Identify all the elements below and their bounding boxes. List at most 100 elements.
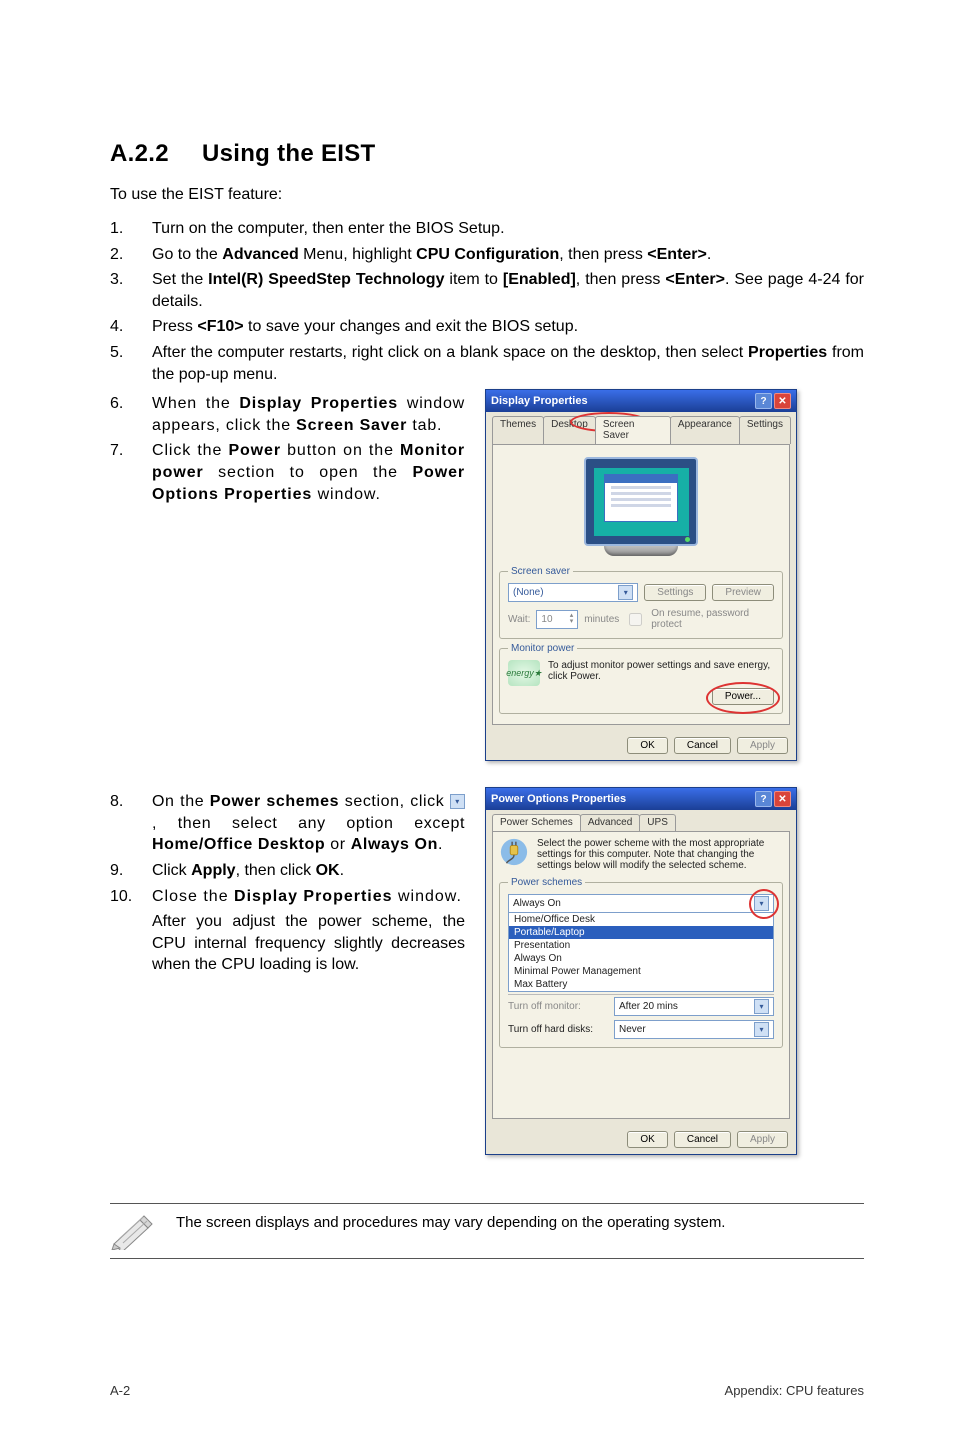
after-text: After you adjust the power scheme, the C… [152, 911, 465, 976]
wait-value: 10 [541, 614, 552, 625]
select-value: After 20 mins [619, 1001, 678, 1012]
energy-star-icon: energy★ [508, 660, 540, 686]
scheme-select[interactable]: Always On ▾ [508, 894, 774, 913]
tab-advanced[interactable]: Advanced [580, 814, 640, 831]
display-properties-dialog: Display Properties ? ✕ Themes Desktop Sc… [485, 389, 797, 761]
scheme-option[interactable]: Presentation [509, 939, 773, 952]
heading-number: A.2.2 [110, 140, 195, 168]
step-10: 10. Close the Display Properties window. [110, 886, 465, 908]
select-value: Never [619, 1024, 646, 1035]
step-text: On the Power schemes section, click ▾, t… [152, 791, 465, 856]
tab-themes[interactable]: Themes [492, 416, 544, 444]
scheme-dropdown-list[interactable]: Home/Office Desk Portable/Laptop Present… [508, 912, 774, 992]
row-steps-8-10: 8. On the Power schemes section, click ▾… [110, 787, 864, 1173]
steps-6-7: 6. When the Display Properties window ap… [110, 393, 465, 505]
power-button[interactable]: Power... [712, 688, 774, 705]
step-text: When the Display Properties window appea… [152, 393, 465, 436]
wait-unit: minutes [584, 614, 619, 625]
dialog-title: Power Options Properties [491, 793, 626, 805]
turn-off-monitor-label: Turn off monitor: [508, 1001, 608, 1012]
footer-chapter: Appendix: CPU features [725, 1383, 864, 1398]
chevron-down-icon[interactable]: ▾ [754, 1022, 769, 1037]
chevron-down-icon: ▾ [450, 794, 465, 809]
monitor-power-fieldset: Monitor power energy★ To adjust monitor … [499, 643, 783, 714]
row-steps-6-7: 6. When the Display Properties window ap… [110, 389, 864, 779]
step-6: 6. When the Display Properties window ap… [110, 393, 465, 436]
apply-button[interactable]: Apply [737, 1131, 788, 1148]
monitor-screen-icon [594, 468, 689, 536]
help-button[interactable]: ? [755, 393, 772, 409]
step-3: 3. Set the Intel(R) SpeedStep Technology… [110, 269, 864, 312]
power-schemes-fieldset: Power schemes Always On ▾ Home/Office De… [499, 877, 783, 1048]
preview-button[interactable]: Preview [712, 584, 774, 601]
scheme-option[interactable]: Max Battery [509, 978, 773, 991]
turn-off-monitor-select[interactable]: After 20 mins ▾ [614, 997, 774, 1016]
turn-off-hd-label: Turn off hard disks: [508, 1024, 608, 1035]
heading-title: Using the EIST [202, 140, 376, 167]
title-bar[interactable]: Power Options Properties ? ✕ [486, 788, 796, 810]
dialog-buttons: OK Cancel Apply [486, 731, 796, 760]
screensaver-fieldset: Screen saver (None) ▾ Settings Preview W… [499, 566, 783, 639]
page: A.2.2 Using the EIST To use the EIST fea… [0, 0, 954, 1438]
tab-screen-saver[interactable]: Screen Saver [595, 416, 671, 444]
wait-spinner[interactable]: 10 ▴▾ [536, 610, 578, 629]
chevron-down-icon[interactable]: ▾ [754, 999, 769, 1014]
step-text: Go to the Advanced Menu, highlight CPU C… [152, 244, 864, 266]
step-1: 1. Turn on the computer, then enter the … [110, 218, 864, 240]
turn-off-hd-select[interactable]: Never ▾ [614, 1020, 774, 1039]
cancel-button[interactable]: Cancel [674, 1131, 731, 1148]
step-2: 2. Go to the Advanced Menu, highlight CP… [110, 244, 864, 266]
pencil-note-icon [110, 1214, 156, 1250]
resume-checkbox[interactable] [629, 613, 642, 626]
titlebar-buttons: ? ✕ [755, 393, 791, 409]
tab-settings[interactable]: Settings [739, 416, 791, 444]
tab-appearance[interactable]: Appearance [670, 416, 740, 444]
left-text-col: 8. On the Power schemes section, click ▾… [110, 787, 465, 1173]
dialog-title: Display Properties [491, 395, 588, 407]
step-text: Turn on the computer, then enter the BIO… [152, 218, 864, 240]
power-options-dialog: Power Options Properties ? ✕ Power Schem… [485, 787, 797, 1155]
ok-button[interactable]: OK [627, 1131, 667, 1148]
close-button[interactable]: ✕ [774, 393, 791, 409]
close-button[interactable]: ✕ [774, 791, 791, 807]
power-led-icon [685, 537, 690, 542]
right-image-col: Display Properties ? ✕ Themes Desktop Sc… [485, 389, 864, 779]
step-text: Click Apply, then click OK. [152, 860, 465, 882]
tab-desktop[interactable]: Desktop [543, 416, 596, 444]
screensaver-select[interactable]: (None) ▾ [508, 583, 638, 602]
note-callout: The screen displays and procedures may v… [110, 1203, 864, 1259]
step-number: 1. [110, 218, 152, 240]
step-number: 4. [110, 316, 152, 338]
tab-ups[interactable]: UPS [639, 814, 676, 831]
scheme-option-selected[interactable]: Portable/Laptop [509, 926, 773, 939]
chevron-down-icon[interactable]: ▾ [618, 585, 633, 600]
settings-button[interactable]: Settings [644, 584, 706, 601]
intro-text: To use the EIST feature: [110, 186, 864, 204]
cancel-button[interactable]: Cancel [674, 737, 731, 754]
spinner-icon[interactable]: ▴▾ [570, 613, 574, 625]
title-bar[interactable]: Display Properties ? ✕ [486, 390, 796, 412]
power-desc: Select the power scheme with the most ap… [537, 838, 783, 871]
resume-label: On resume, password protect [651, 608, 774, 630]
chevron-down-icon[interactable]: ▾ [754, 896, 769, 911]
scheme-option[interactable]: Minimal Power Management [509, 965, 773, 978]
step-9: 9. Click Apply, then click OK. [110, 860, 465, 882]
note-text: The screen displays and procedures may v… [176, 1214, 725, 1231]
wait-label: Wait: [508, 614, 530, 625]
dialog-buttons: OK Cancel Apply [486, 1125, 796, 1154]
step-5: 5. After the computer restarts, right cl… [110, 342, 864, 385]
select-value: (None) [513, 587, 544, 598]
footer-page-number: A-2 [110, 1383, 130, 1398]
step-number: 9. [110, 860, 152, 882]
fieldset-legend: Monitor power [508, 643, 577, 654]
scheme-option[interactable]: Always On [509, 952, 773, 965]
ok-button[interactable]: OK [627, 737, 667, 754]
scheme-option[interactable]: Home/Office Desk [509, 913, 773, 926]
step-text: Close the Display Properties window. [152, 886, 465, 908]
tab-power-schemes[interactable]: Power Schemes [492, 814, 581, 831]
apply-button[interactable]: Apply [737, 737, 788, 754]
monitor-icon [584, 457, 698, 546]
help-button[interactable]: ? [755, 791, 772, 807]
dialog-tabs: Themes Desktop Screen Saver Appearance S… [486, 412, 796, 444]
steps-list: 1. Turn on the computer, then enter the … [110, 218, 864, 385]
